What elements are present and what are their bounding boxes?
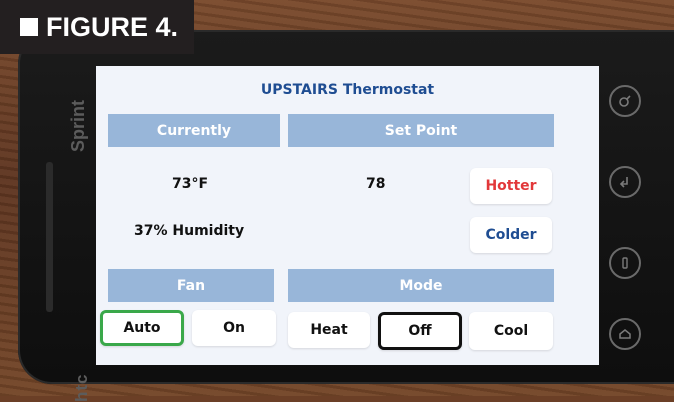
current-temperature: 73°F [172, 176, 208, 192]
menu-icon[interactable] [609, 247, 641, 279]
search-icon[interactable] [609, 85, 641, 117]
hotter-button[interactable]: Hotter [470, 168, 552, 204]
brand-logo: htc [72, 374, 92, 402]
colder-button[interactable]: Colder [470, 217, 552, 253]
home-icon[interactable] [609, 318, 641, 350]
back-icon[interactable] [609, 166, 641, 198]
mode-cool-button[interactable]: Cool [469, 312, 553, 350]
carrier-logo: Sprint [68, 100, 89, 152]
set-point-header: Set Point [288, 114, 554, 147]
caption-square-icon [20, 18, 38, 36]
side-grip [46, 162, 53, 312]
mode-off-button[interactable]: Off [378, 312, 462, 350]
fan-header: Fan [108, 269, 274, 302]
humidity-reading: 37% Humidity [134, 223, 244, 239]
fan-on-button[interactable]: On [192, 310, 276, 346]
fan-auto-button[interactable]: Auto [100, 310, 184, 346]
currently-header: Currently [108, 114, 280, 147]
mode-heat-button[interactable]: Heat [288, 312, 370, 348]
thermostat-screen: UPSTAIRS Thermostat Currently Set Point … [96, 66, 599, 365]
figure-label-text: FIGURE 4. [46, 12, 178, 43]
page-title: UPSTAIRS Thermostat [96, 82, 599, 98]
mode-header: Mode [288, 269, 554, 302]
figure-caption: FIGURE 4. [0, 0, 194, 54]
set-point-value: 78 [366, 176, 385, 192]
